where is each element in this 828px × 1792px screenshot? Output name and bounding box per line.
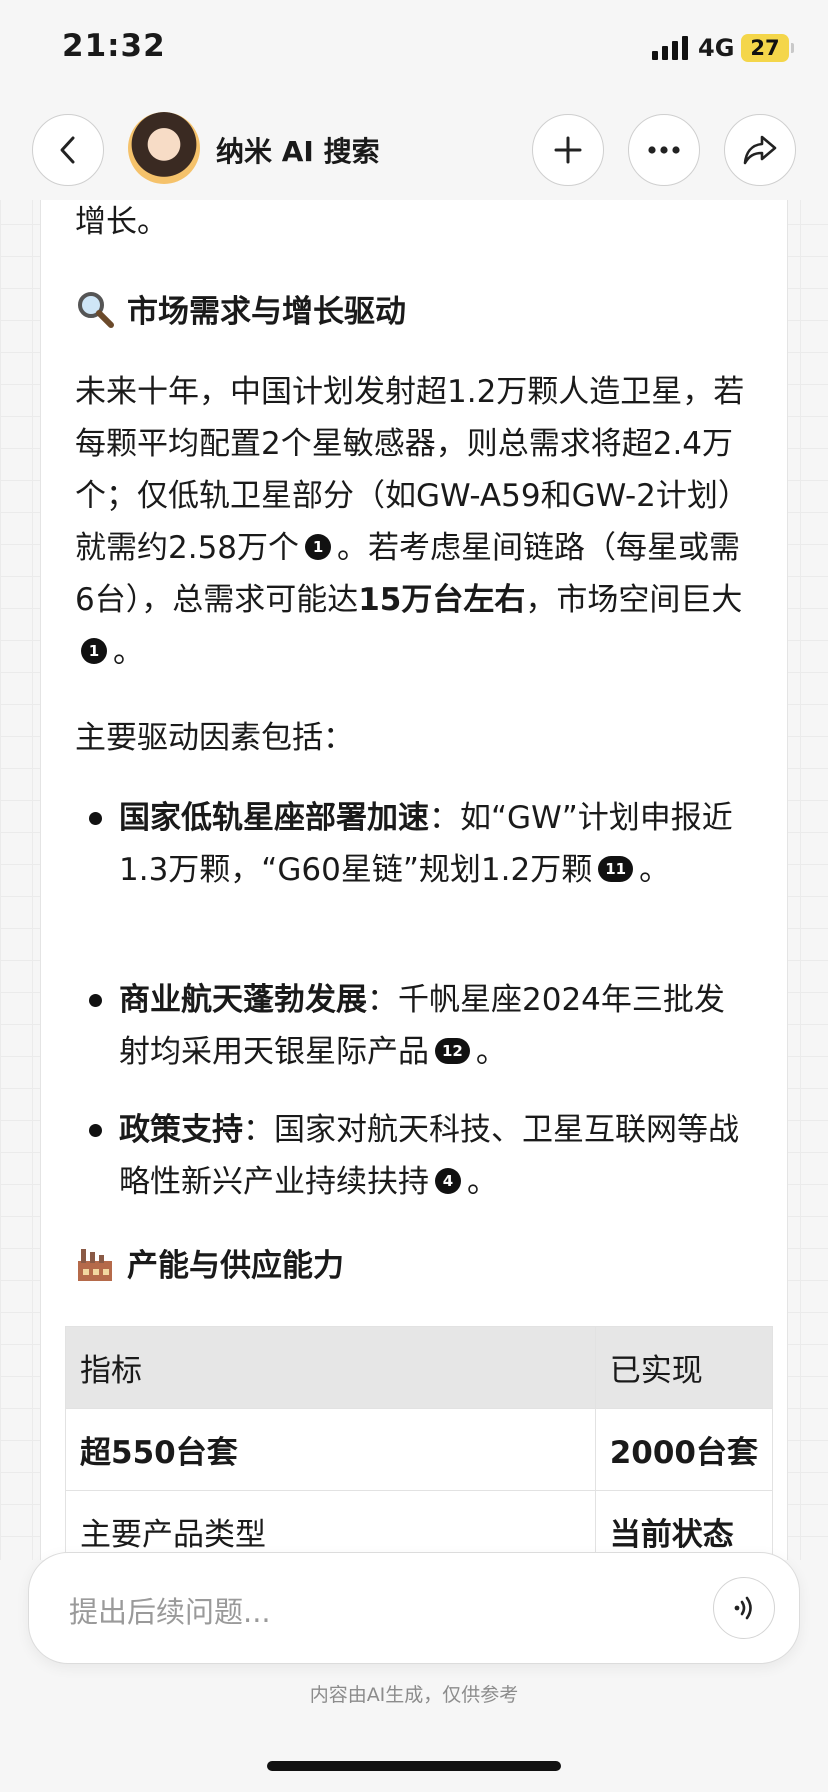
follow-up-input-bar[interactable]: 提出后续问题... — [28, 1552, 800, 1664]
network-type: 4G — [698, 34, 735, 62]
table-header-row: 指标 已实现 — [65, 1326, 774, 1409]
voice-wave-icon — [734, 1596, 752, 1620]
table-header-cell: 已实现 — [594, 1326, 774, 1409]
list-item: 商业航天蓬勃发展：千帆星座2024年三批发射均采用天银星际产品 12。 — [75, 974, 755, 1078]
list-item-end: 。 — [639, 852, 671, 888]
share-button[interactable] — [724, 114, 796, 186]
list-item: 政策支持：国家对航天科技、卫星互联网等战略性新兴产业持续扶持 4。 — [75, 1104, 755, 1208]
avatar[interactable] — [128, 112, 200, 184]
factory-icon — [78, 1248, 112, 1281]
list-item-end: 。 — [475, 1034, 507, 1070]
follow-up-input[interactable]: 提出后续问题... — [69, 1589, 271, 1631]
citation-badge[interactable]: 1 — [305, 533, 332, 560]
paragraph-bold: 15万台左右 — [358, 582, 526, 618]
section-title-capacity: 产能与供应能力 — [127, 1248, 344, 1284]
app-title: 纳米 AI 搜索 — [216, 135, 380, 168]
back-button[interactable] — [32, 114, 104, 186]
list-item-bold: 政策支持 — [119, 1112, 243, 1148]
table-row: 主要产品类型 当前状态 — [65, 1490, 774, 1560]
drivers-intro: 主要驱动因素包括： — [75, 720, 354, 756]
ellipsis-icon — [648, 146, 680, 154]
signal-icon — [652, 36, 688, 60]
battery-icon: 27 — [741, 34, 789, 62]
list-item: 国家低轨星座部署加速：如“GW”计划申报近1.3万颗，“G60星链”规划1.2万… — [75, 792, 755, 896]
more-button[interactable] — [628, 114, 700, 186]
chevron-left-icon — [60, 136, 75, 164]
share-arrow-icon — [743, 135, 777, 165]
citation-badge[interactable]: 4 — [435, 1167, 461, 1194]
battery-tip — [791, 43, 794, 53]
section-heading-demand: 市场需求与增长驱动 — [75, 286, 406, 331]
citation-badge[interactable]: 1 — [81, 637, 107, 664]
answer-card: 增长。 市场需求与增长驱动 未来十年，中国计划发射超1.2万颗人造卫星，若每颗平… — [40, 200, 788, 1560]
list-item-bold: 国家低轨星座部署加速 — [119, 800, 429, 836]
table-cell: 当前状态 — [594, 1490, 774, 1560]
status-bar: 21:32 4G 27 — [0, 0, 828, 100]
table-cell: 超550台套 — [65, 1408, 596, 1491]
plus-icon — [554, 136, 582, 164]
paragraph-text: 。 — [113, 634, 144, 670]
section-heading-capacity: 产能与供应能力 — [75, 1240, 344, 1285]
citation-badge[interactable]: 12 — [435, 1037, 470, 1064]
status-time: 21:32 — [62, 28, 166, 64]
citation-badge[interactable]: 11 — [598, 855, 634, 882]
list-item-bold: 商业航天蓬勃发展 — [119, 982, 367, 1018]
paragraph-demand: 未来十年，中国计划发射超1.2万颗人造卫星，若每颗平均配置2个星敏感器，则总需求… — [75, 366, 755, 678]
capacity-table: 指标 已实现 超550台套 2000台套 主要产品类型 当前状态 — [65, 1326, 774, 1560]
nav-bar: 纳米 AI 搜索 — [0, 100, 828, 200]
table-header-cell: 指标 — [65, 1326, 596, 1409]
section-title-demand: 市场需求与增长驱动 — [127, 294, 406, 330]
voice-button[interactable] — [713, 1577, 775, 1639]
table-row: 超550台套 2000台套 — [65, 1408, 774, 1491]
paragraph-text: ，市场空间巨大 — [525, 582, 743, 618]
table-cell: 主要产品类型 — [65, 1490, 596, 1560]
home-indicator[interactable] — [267, 1761, 561, 1771]
ai-disclaimer: 内容由AI生成，仅供参考 — [309, 1684, 519, 1706]
list-item-end: 。 — [467, 1164, 498, 1200]
add-button[interactable] — [532, 114, 604, 186]
partial-text: 增长。 — [75, 204, 168, 240]
table-cell: 2000台套 — [594, 1408, 774, 1491]
magnifier-icon — [78, 291, 114, 328]
